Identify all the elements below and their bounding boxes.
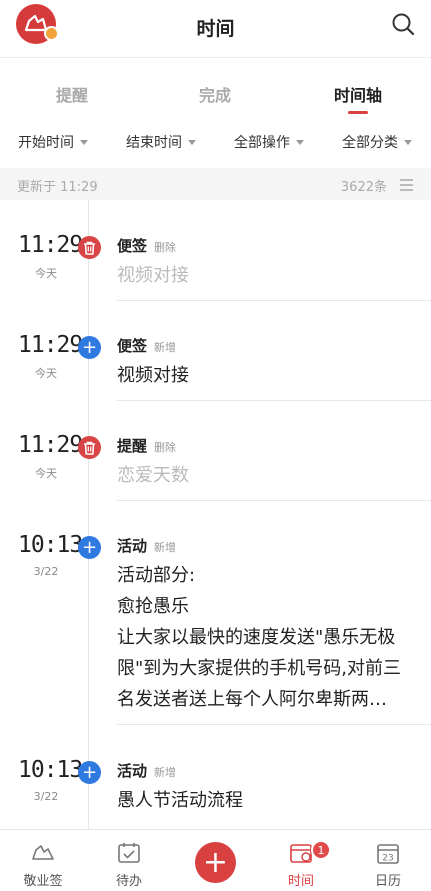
nav-jingyeqian[interactable]: 敬业签 [0,830,86,891]
entry-date: 今天 [35,367,57,380]
caret-down-icon [404,139,412,145]
checklist-icon [118,843,140,863]
nav-label: 敬业签 [23,874,63,889]
entry-time: 11:29 [18,332,83,358]
entry-category: 便签 [117,237,148,255]
updated-time: 更新于 11:29 [17,180,98,195]
tab-indicator [348,111,368,114]
entry-time: 11:29 [18,432,83,458]
entry-time: 10:13 [18,757,83,783]
entry-action: 新增 [154,341,177,354]
delete-icon [78,236,101,259]
content-line: 名发送者送上每个人阿尔卑斯两… [117,689,387,710]
entry-category: 提醒 [117,437,148,455]
svg-text:23: 23 [382,854,393,864]
update-status-bar: 更新于 11:29 3622条 [0,168,431,200]
nav-label: 待办 [115,874,142,889]
entry-content: 恋爱天数 [117,465,189,486]
filter-bar: 开始时间 结束时间 全部操作 全部分类 [0,124,431,164]
filter-label: 全部分类 [342,135,398,151]
nav-time[interactable]: 时间 [258,830,344,891]
entry-date: 今天 [35,267,57,280]
list-menu-icon[interactable] [400,179,413,194]
entry-date: 3/22 [33,790,59,803]
filter-start-time[interactable]: 开始时间 [18,132,88,152]
entry-date: 今天 [35,467,57,480]
divider [117,500,431,501]
divider [117,300,431,301]
app-header: 时间 [0,0,431,58]
caret-down-icon [80,139,88,145]
entry-action: 删除 [154,241,177,254]
filter-operations[interactable]: 全部操作 [234,132,304,152]
entry-time: 10:13 [18,532,83,558]
nav-calendar[interactable]: 23 日历 [345,830,431,891]
filter-label: 结束时间 [126,135,182,151]
filter-label: 全部操作 [234,135,290,151]
content-line: 愈抢愚乐 [117,596,189,617]
bottom-nav: 敬业签 待办 + 时间 1 23 日历 [0,829,431,890]
entry-content: 视频对接 [117,365,189,386]
content-line: 让大家以最快的速度发送"愚乐无极 [117,627,396,648]
nav-todo[interactable]: 待办 [86,830,172,891]
timeline-line [88,200,89,830]
entry-category: 便签 [117,337,148,355]
calendar-clock-icon [290,844,312,863]
tab-timeline[interactable]: 时间轴 [334,82,382,106]
tab-done[interactable]: 完成 [199,82,231,106]
entry-category: 活动 [117,537,148,555]
entry-action: 新增 [154,541,177,554]
delete-icon [78,436,101,459]
nav-label: 日历 [374,874,401,889]
record-count: 3622条 [340,180,387,195]
tab-bar: 提醒 完成 时间轴 [0,58,431,124]
add-icon: + [78,336,101,359]
notification-badge: 1 [311,840,331,860]
search-icon[interactable] [391,12,415,36]
entry-date: 3/22 [33,565,59,578]
entry-content: 愚人节活动流程 [117,790,243,811]
calendar-icon: 23 [377,844,399,864]
content-line: 活动部分: [117,565,196,586]
caret-down-icon [188,139,196,145]
content-line: 限"到为大家提供的手机号码,对前三 [117,658,401,679]
filter-label: 开始时间 [18,135,74,151]
add-button[interactable]: + [195,842,236,883]
entry-action: 删除 [154,441,177,454]
entry-content: 活动部分: 愈抢愚乐 让大家以最快的速度发送"愚乐无极 限"到为大家提供的手机号… [117,560,417,715]
caret-down-icon [296,139,304,145]
cloud-logo-icon [32,845,54,860]
add-icon: + [78,536,101,559]
entry-category: 活动 [117,762,148,780]
tab-reminder[interactable]: 提醒 [56,82,88,106]
filter-end-time[interactable]: 结束时间 [126,132,196,152]
nav-label: 时间 [287,874,314,889]
entry-time: 11:29 [18,232,83,258]
filter-categories[interactable]: 全部分类 [342,132,412,152]
add-icon: + [78,761,101,784]
divider [117,724,431,725]
entry-action: 新增 [154,766,177,779]
entry-content: 视频对接 [117,265,189,286]
divider [117,400,431,401]
page-title: 时间 [196,18,235,40]
